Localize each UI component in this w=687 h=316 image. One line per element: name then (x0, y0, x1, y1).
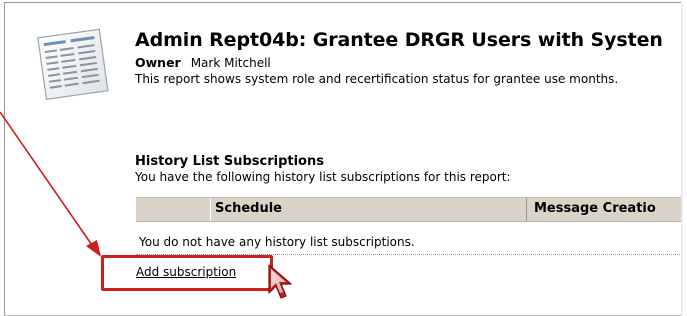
owner-row: Owner Mark Mitchell (135, 55, 271, 70)
subscriptions-table-header: Schedule Message Creatio (136, 197, 681, 222)
empty-subscriptions-message: You do not have any history list subscri… (139, 235, 415, 249)
row-divider (136, 254, 681, 255)
report-details-panel: Admin Rept04b: Grantee DRGR Users with S… (4, 2, 681, 316)
owner-label: Owner (135, 55, 181, 70)
history-section-title: History List Subscriptions (135, 154, 324, 169)
report-description: This report shows system role and recert… (135, 72, 619, 86)
report-document-icon (37, 28, 109, 100)
report-title: Admin Rept04b: Grantee DRGR Users with S… (135, 29, 663, 51)
history-intro-text: You have the following history list subs… (135, 170, 511, 184)
add-subscription-link[interactable]: Add subscription (136, 265, 236, 279)
column-header-blank (136, 198, 211, 221)
column-header-schedule[interactable]: Schedule (215, 201, 282, 216)
column-divider (526, 198, 527, 221)
mouse-pointer-icon (268, 264, 292, 299)
column-header-message-creation[interactable]: Message Creatio (534, 201, 656, 216)
owner-name: Mark Mitchell (190, 56, 271, 70)
